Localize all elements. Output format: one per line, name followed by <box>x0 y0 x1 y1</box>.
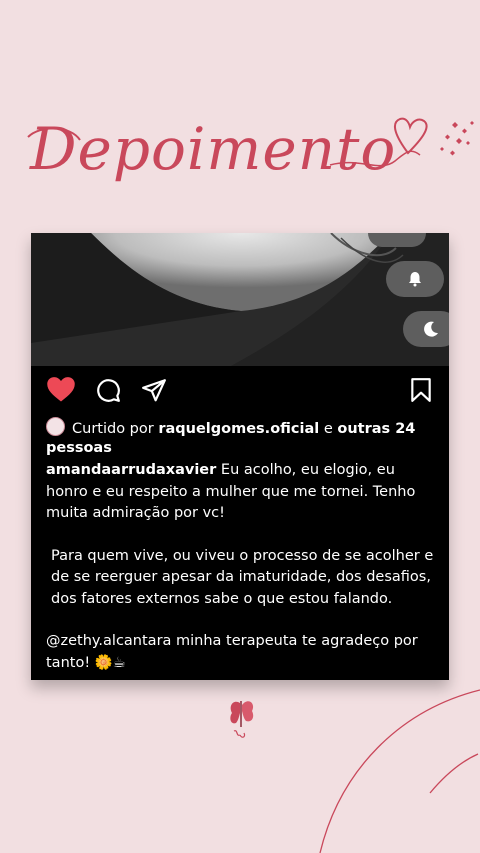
liked-by-row: Curtido por raquelgomes.oficial e outras… <box>46 417 441 458</box>
page-title: Depoimento <box>30 115 397 183</box>
liked-user-link[interactable]: raquelgomes.oficial <box>158 421 319 437</box>
avatar[interactable] <box>46 417 65 436</box>
caption-para3: @zethy.alcantara minha terapeuta te agra… <box>46 633 418 671</box>
bookmark-icon[interactable] <box>409 377 433 403</box>
notification-button[interactable] <box>386 261 444 297</box>
butterfly-icon <box>230 701 254 738</box>
liked-prefix: Curtido por <box>72 421 154 437</box>
post-actions <box>31 375 449 411</box>
top-pill[interactable] <box>368 233 426 247</box>
comment-icon[interactable] <box>95 377 121 403</box>
bell-icon <box>409 272 421 287</box>
post-photo <box>31 233 449 366</box>
caption-para2: Para quem vive, ou viveu o processo de s… <box>51 547 434 607</box>
post-caption: amandaarrudaxavier Eu acolho, eu elogio,… <box>46 460 441 674</box>
corner-arcs <box>319 689 480 853</box>
dark-mode-button[interactable] <box>403 311 449 347</box>
liked-and: e <box>323 421 333 437</box>
title-area: Depoimento <box>0 95 480 215</box>
liked-people-link[interactable]: pessoas <box>46 440 112 456</box>
instagram-post-card: Curtido por raquelgomes.oficial e outras… <box>31 233 449 680</box>
heart-icon[interactable] <box>46 375 76 403</box>
share-icon[interactable] <box>141 377 167 403</box>
author-username[interactable]: amandaarrudaxavier <box>46 462 216 478</box>
liked-others-link[interactable]: outras 24 <box>337 421 415 437</box>
moon-icon <box>424 321 438 337</box>
